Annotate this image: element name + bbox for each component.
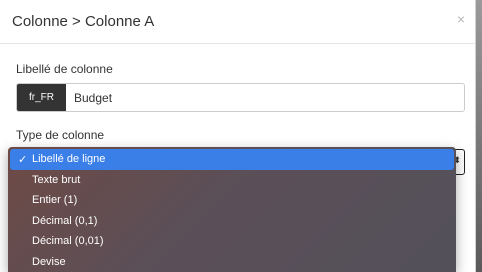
dropdown-option-label: Entier (1)	[32, 194, 78, 207]
dropdown-option-label: Devise	[32, 255, 66, 268]
dropdown-option-label: Texte brut	[32, 173, 81, 186]
dropdown-option[interactable]: Devise	[8, 252, 456, 272]
modal-title: Colonne > Colonne A	[12, 13, 155, 30]
dropdown-option[interactable]: Texte brut	[8, 170, 456, 191]
checkmark-icon: ✓	[18, 153, 28, 166]
dropdown-option-label: Décimal (0,1)	[32, 214, 98, 227]
modal-header: Colonne > Colonne A ×	[0, 0, 475, 44]
dropdown-option-label: Libellé de ligne	[32, 153, 106, 166]
dropdown-option[interactable]: ✓ Libellé de ligne	[10, 149, 454, 170]
column-type-heading: Type de colonne	[16, 128, 105, 142]
column-label-heading: Libellé de colonne	[16, 62, 113, 76]
dropdown-option[interactable]: Décimal (0,01)	[8, 231, 456, 252]
dropdown-option[interactable]: Entier (1)	[8, 190, 456, 211]
close-icon[interactable]: ×	[457, 12, 465, 26]
column-label-input[interactable]	[66, 84, 464, 111]
column-type-dropdown: ✓ Libellé de ligne Texte brut Entier (1) Déc…	[8, 147, 456, 272]
language-badge: fr_FR	[17, 84, 66, 111]
dropdown-option[interactable]: Décimal (0,1)	[8, 211, 456, 232]
dropdown-option-label: Décimal (0,01)	[32, 235, 104, 248]
column-label-input-group: fr_FR	[16, 83, 465, 112]
